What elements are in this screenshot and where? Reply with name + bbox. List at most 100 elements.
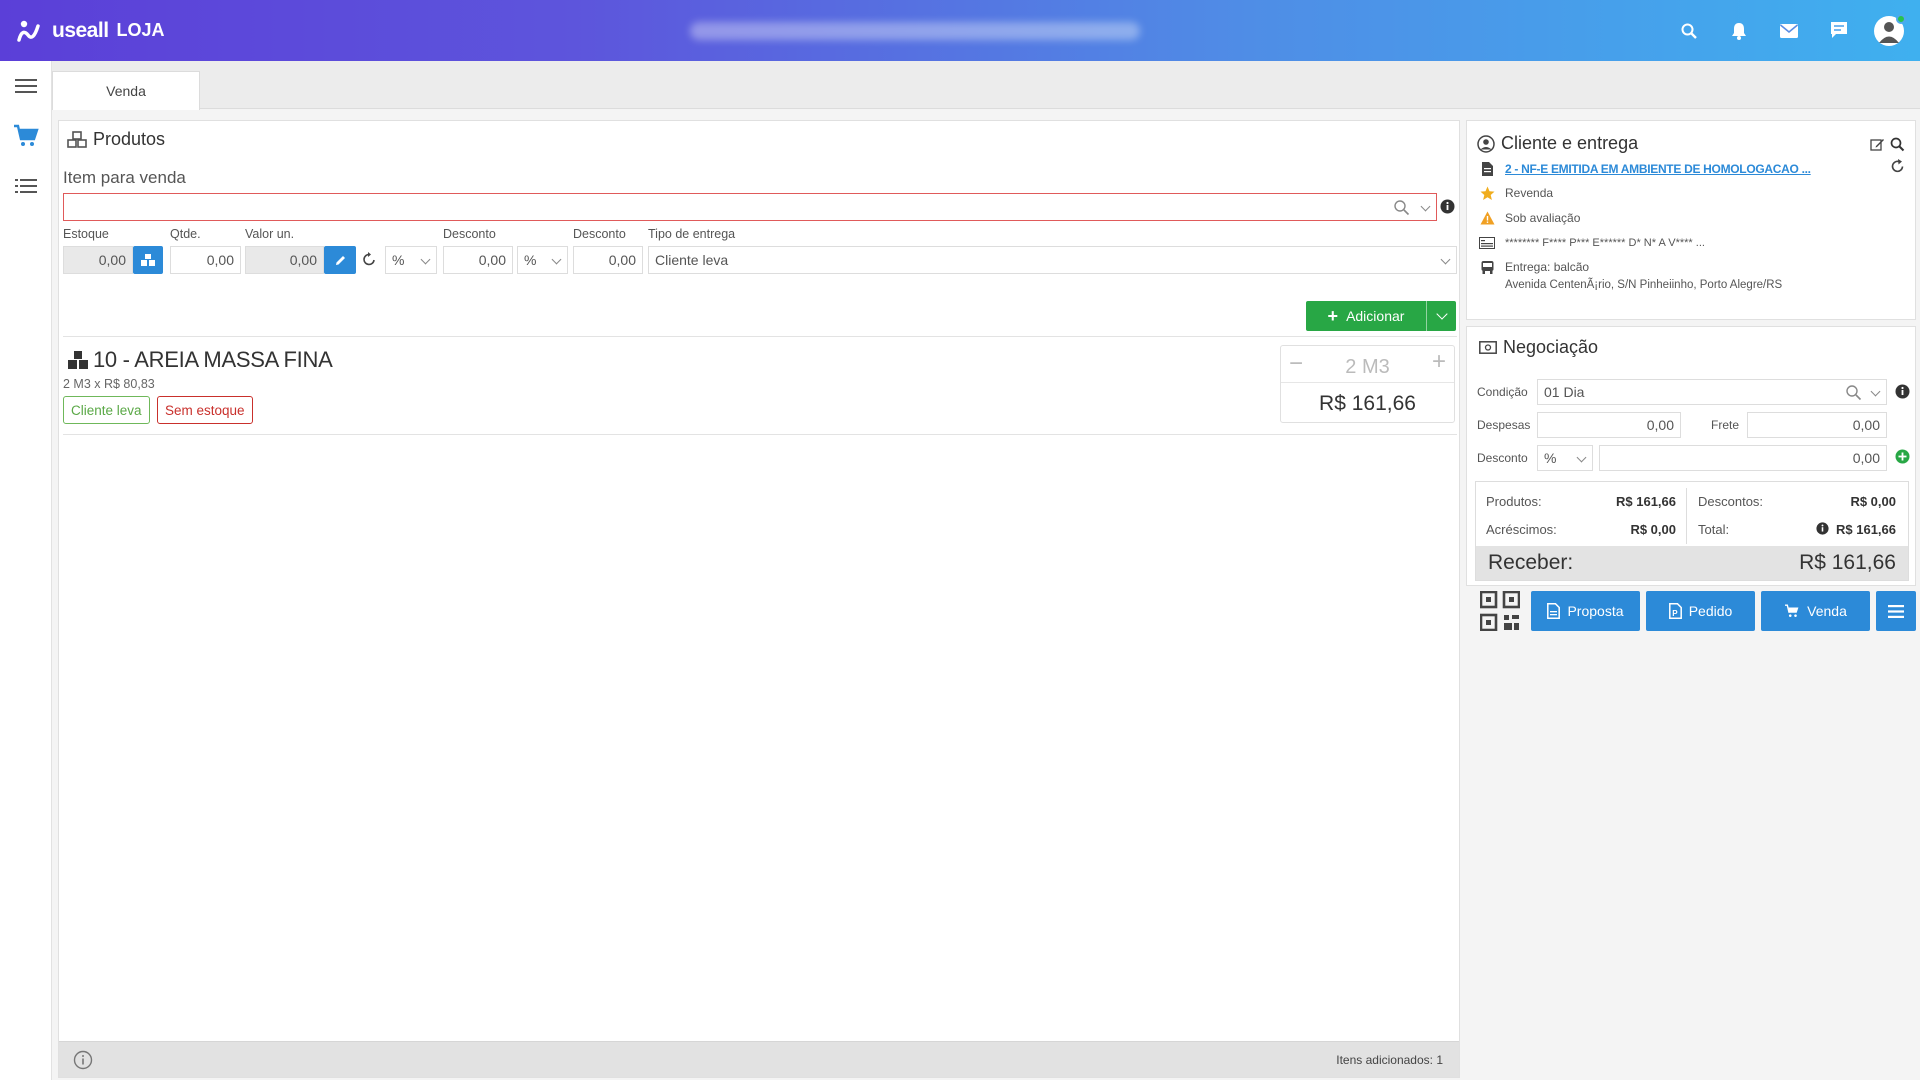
desconto-2-label: Desconto [573,227,626,241]
sidebar-item-venda[interactable] [0,111,52,161]
item-total: R$ 161,66 [1319,392,1416,415]
desconto-type-value: % [392,252,405,268]
search-icon [1394,200,1410,216]
despesas-field[interactable]: 0,00 [1537,412,1681,438]
cliente-title: Cliente e entrega [1501,133,1639,153]
adicionar-dropdown[interactable] [1426,301,1456,331]
despesas-label: Despesas [1477,418,1531,432]
receber-value: R$ 161,66 [1799,551,1896,574]
item-search-input[interactable] [63,193,1437,221]
more-actions-button[interactable] [1876,591,1916,631]
sidebar-item-list[interactable] [0,161,52,211]
item-title[interactable]: 10 - AREIA MASSA FINA [67,347,333,373]
notifications-button[interactable] [1714,0,1764,61]
tipo-entrega-select[interactable]: Cliente leva [648,246,1457,274]
acrescimos-value: R$ 0,00 [1630,522,1676,537]
top-header: useall LOJA [0,0,1920,61]
user-avatar[interactable] [1874,13,1906,46]
plus-button[interactable]: + [1432,350,1446,374]
qtde-label: Qtde. [170,227,201,241]
reset-icon[interactable] [362,252,377,267]
qr-code-icon[interactable] [1480,591,1520,631]
totals-divider [1686,488,1687,544]
edit-price-button[interactable] [324,246,356,274]
info-icon[interactable] [1895,384,1910,399]
app-logo[interactable]: useall LOJA [16,18,165,44]
tag-sem-estoque: Sem estoque [157,396,253,424]
estoque-field: 0,00 [63,246,133,274]
money-icon [1479,341,1497,354]
pencil-icon [335,255,345,265]
tab-bar: Venda [52,61,1920,110]
logo-text: useall [52,18,109,42]
item-quantity-box: − 2 M3 + R$ 161,66 [1280,345,1455,423]
chevron-down-icon [1870,386,1881,397]
tab-venda[interactable]: Venda [52,71,200,110]
cliente-address-masked-row: ******** F**** P*** E****** D* N* A V***… [1479,235,1705,251]
cliente-address-row: Avenida CentenÃ¡rio, S/N Pinheiinho, Por… [1505,279,1782,291]
sidebar-menu-toggle[interactable] [0,61,52,111]
blurred-company-name [690,22,1140,40]
qty-divider [1281,382,1454,383]
adicionar-button[interactable]: + Adicionar [1306,301,1456,331]
desconto-2-field[interactable]: 0,00 [573,246,643,274]
valor-un-label: Valor un. [245,227,295,241]
mail-button[interactable] [1764,0,1814,61]
tipo-entrega-value: Cliente leva [655,252,729,268]
negociacao-desconto-type: % [1544,450,1557,466]
acrescimos-label: Acréscimos: [1486,522,1557,537]
condicao-select[interactable]: 01 Dia [1537,379,1887,405]
list-icon [15,179,37,193]
refresh-icon[interactable] [1890,159,1905,174]
negociacao-desconto-field[interactable]: 0,00 [1599,445,1887,471]
document-icon [1547,603,1561,619]
desconto-2-type-select[interactable]: % [517,246,568,274]
add-circle-icon[interactable] [1895,449,1910,464]
desconto-field[interactable]: 0,00 [443,246,513,274]
itens-adicionados-count: Itens adicionados: 1 [1336,1053,1443,1067]
cliente-document-link[interactable]: 2 - NF-E EMITIDA EM AMBIENTE DE HOMOLOGA… [1505,162,1811,176]
chevron-down-icon [1576,452,1587,463]
cliente-status: Sob avaliação [1505,211,1581,225]
desconto-label: Desconto [443,227,496,241]
negociacao-panel: Negociação Condição 01 Dia Despesas 0,00… [1466,326,1916,586]
desconto-label: Desconto [1477,451,1528,465]
qtde-field[interactable]: 0,00 [170,246,241,274]
desconto-type-select[interactable]: % [385,246,437,274]
cart-icon [14,124,39,146]
chat-button[interactable] [1814,0,1864,61]
cliente-address: Avenida CentenÃ¡rio, S/N Pinheiinho, Por… [1505,279,1783,291]
proposta-button[interactable]: Proposta [1531,591,1640,631]
produtos-header: Produtos [67,129,165,150]
item-para-venda-label: Item para venda [63,168,186,187]
negociacao-header: Negociação [1479,337,1598,358]
online-status-dot [1896,13,1906,24]
receber-bar: Receber: R$ 161,66 [1476,546,1908,580]
estoque-lookup-button[interactable] [133,246,163,274]
bell-icon [1732,22,1746,40]
pedido-button[interactable]: P Pedido [1646,591,1755,631]
condicao-value: 01 Dia [1544,384,1585,400]
divider [63,336,1457,337]
search-icon[interactable] [1890,137,1905,152]
proposta-label: Proposta [1567,603,1624,619]
info-circle-icon[interactable] [73,1050,93,1070]
venda-button[interactable]: Venda [1761,591,1870,631]
item-quantity[interactable]: 2 M3 [1281,356,1454,379]
cliente-category-row: Revenda [1479,185,1553,201]
search-button[interactable] [1664,0,1714,61]
cubes-icon [67,130,87,148]
pedido-label: Pedido [1688,603,1733,619]
negociacao-desconto-type-select[interactable]: % [1537,445,1593,471]
frete-field[interactable]: 0,00 [1747,412,1887,438]
info-icon[interactable] [1440,199,1455,214]
adicionar-main[interactable]: + Adicionar [1306,306,1426,327]
produtos-total-value: R$ 161,66 [1616,494,1676,509]
chevron-down-icon[interactable] [1420,201,1431,212]
menu-icon [1888,604,1904,618]
bus-icon [1479,259,1495,275]
frete-label: Frete [1711,418,1740,432]
totals-box: Produtos: R$ 161,66 Descontos: R$ 0,00 A… [1475,481,1909,581]
edit-icon[interactable] [1870,137,1885,152]
menu-icon [15,79,37,93]
